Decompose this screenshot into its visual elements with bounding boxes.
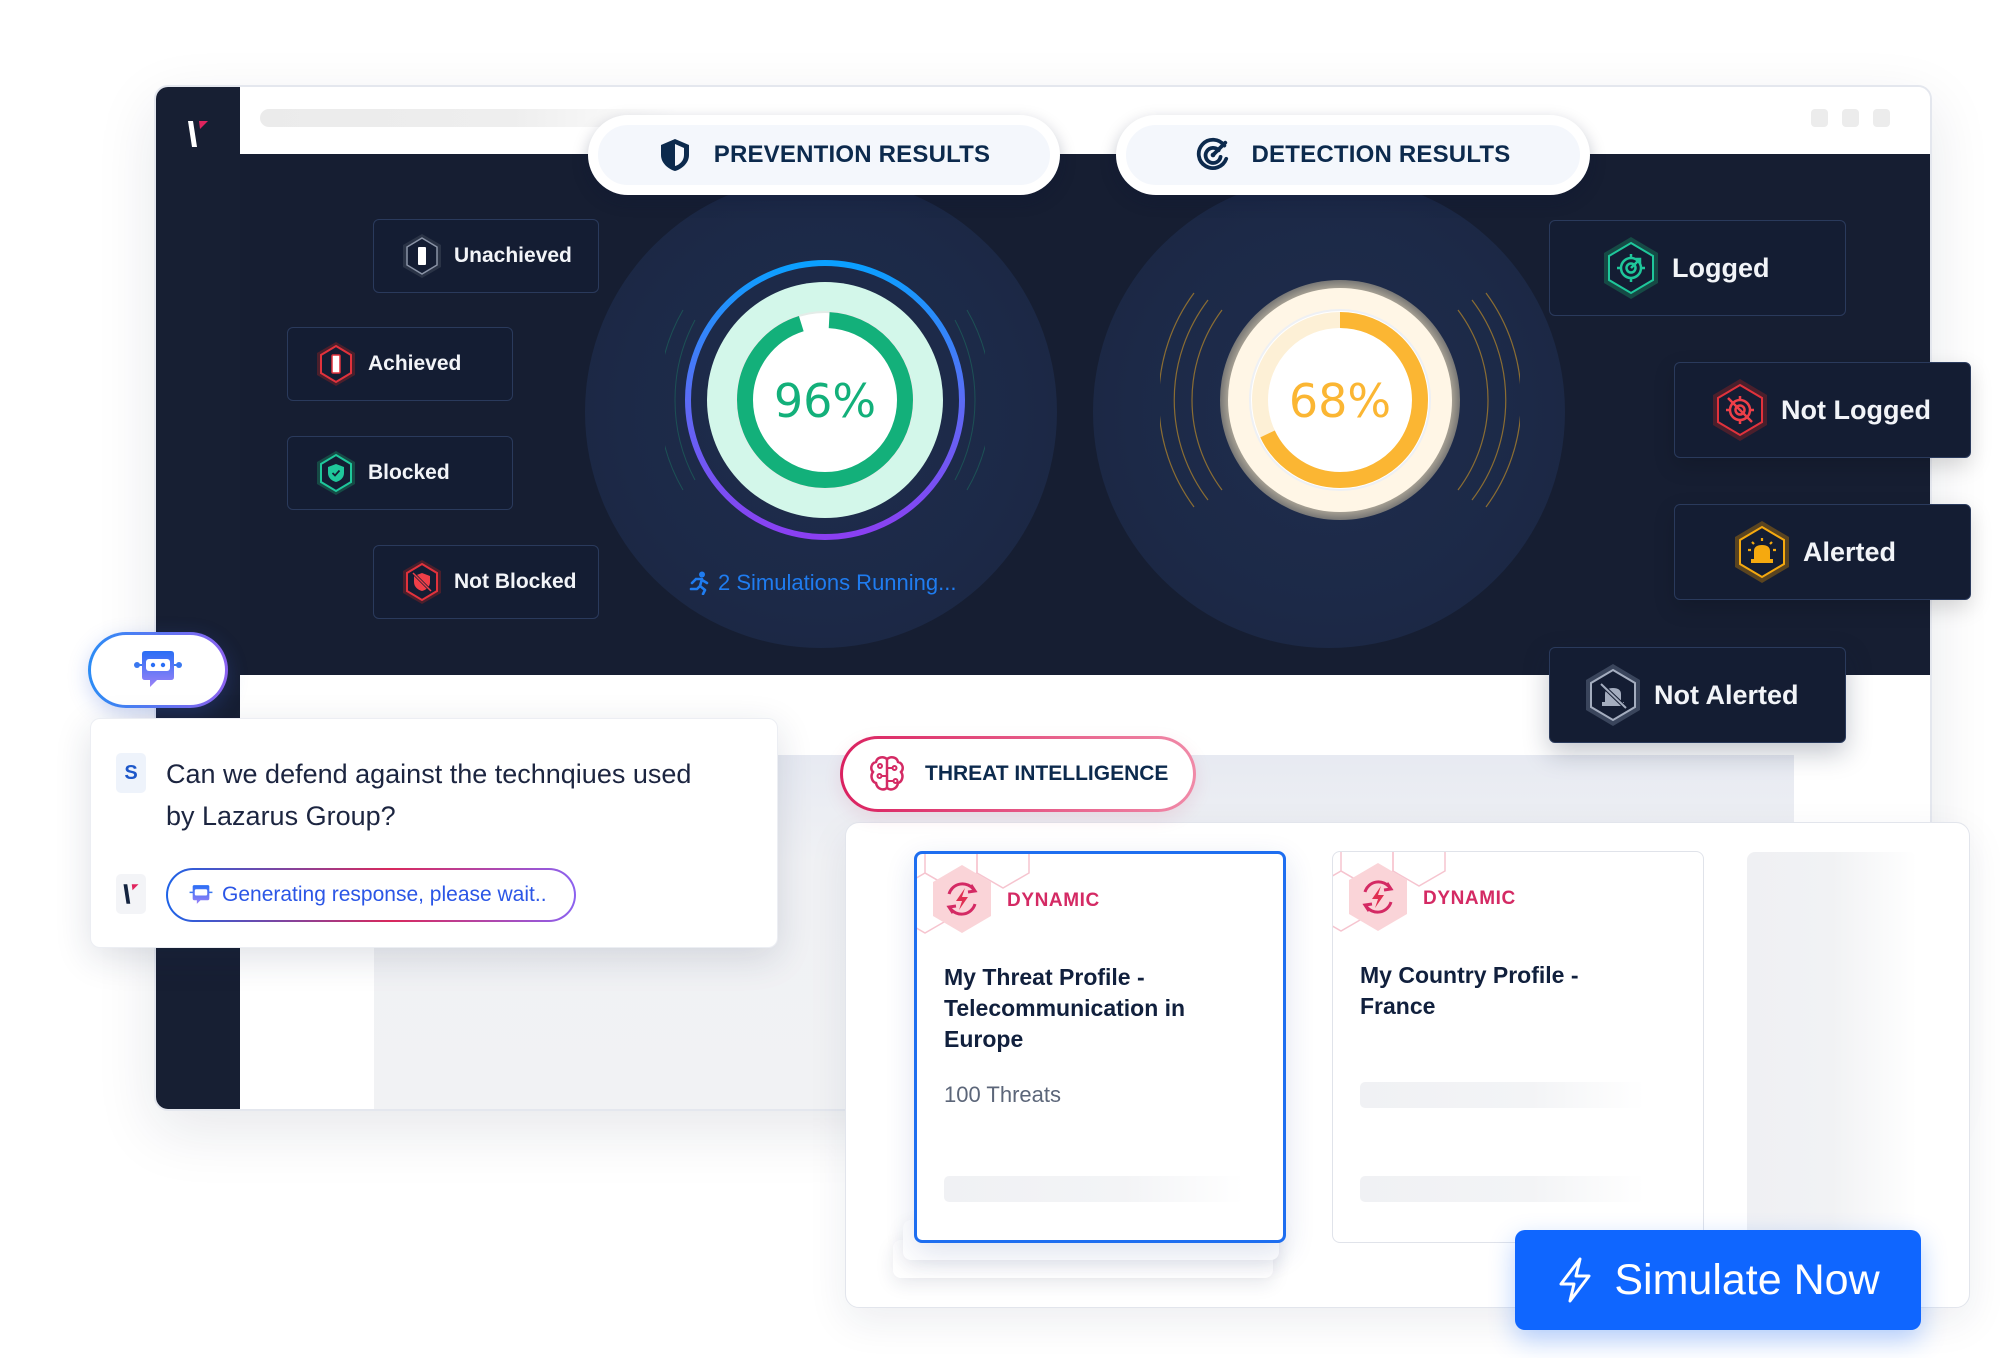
generating-response-label: Generating response, please wait.. — [222, 883, 547, 906]
target-off-hex-icon — [1713, 379, 1767, 441]
chatbot-icon — [189, 885, 213, 904]
card-placeholder — [1747, 852, 1917, 1242]
prevention-gauge: 96% — [665, 260, 985, 540]
status-not-blocked[interactable]: Not Blocked — [373, 545, 599, 619]
user-question: Can we defend against the technqiues use… — [166, 759, 692, 831]
loading-placeholder — [1360, 1082, 1645, 1108]
dynamic-refresh-icon — [933, 865, 991, 933]
card-title: My Country Profile - France — [1360, 962, 1579, 1019]
shield-check-hex-icon — [317, 451, 355, 495]
loading-placeholder — [1360, 1176, 1645, 1202]
prevention-value: 96% — [774, 374, 876, 428]
prevention-results-tab[interactable]: PREVENTION RESULTS — [588, 115, 1060, 195]
chatbot-icon — [134, 651, 182, 687]
detection-results-tab[interactable]: DETECTION RESULTS — [1116, 115, 1590, 195]
dynamic-badge: DYNAMIC — [1007, 890, 1100, 911]
country-profile-card[interactable]: DYNAMIC My Country Profile - France — [1332, 851, 1704, 1243]
achieved-hex-icon — [317, 342, 355, 386]
status-alerted[interactable]: Alerted — [1674, 504, 1971, 600]
status-label: Not Logged — [1781, 394, 1931, 425]
status-label: Blocked — [368, 461, 450, 484]
app-logo-icon — [123, 884, 139, 904]
window-control-dot[interactable] — [1842, 109, 1859, 127]
status-achieved[interactable]: Achieved — [287, 327, 513, 401]
window-control-dot[interactable] — [1873, 109, 1890, 127]
shield-icon — [660, 139, 689, 171]
user-avatar: S — [116, 753, 146, 793]
sidebar — [156, 87, 240, 1109]
assistant-avatar — [116, 874, 146, 914]
threat-intelligence-tab[interactable]: THREAT INTELLIGENCE — [840, 736, 1196, 812]
ai-assistant-button[interactable] — [88, 632, 228, 708]
window-controls — [1811, 109, 1890, 127]
siren-off-hex-icon — [1586, 664, 1640, 726]
status-label: Unachieved — [454, 244, 572, 267]
status-label: Not Alerted — [1654, 679, 1799, 710]
status-label: Logged — [1672, 252, 1770, 283]
prevention-results-label: PREVENTION RESULTS — [713, 141, 991, 168]
status-blocked[interactable]: Blocked — [287, 436, 513, 510]
detection-gauge: 68% — [1160, 280, 1520, 520]
simulate-now-button[interactable]: Simulate Now — [1515, 1230, 1921, 1330]
detection-results-label: DETECTION RESULTS — [1251, 141, 1511, 168]
app-logo-icon[interactable] — [186, 119, 210, 149]
lightning-bolt-icon — [1559, 1257, 1591, 1303]
threat-count: 100 Threats — [944, 1082, 1062, 1107]
chat-card: S Can we defend against the technqiues u… — [90, 718, 778, 948]
loading-placeholder — [944, 1176, 1244, 1202]
status-label: Achieved — [368, 352, 462, 375]
dynamic-refresh-icon — [1349, 863, 1407, 931]
threat-intelligence-label: THREAT INTELLIGENCE — [925, 762, 1169, 785]
status-not-logged[interactable]: Not Logged — [1674, 362, 1971, 458]
running-person-icon — [689, 571, 709, 595]
simulate-now-label: Simulate Now — [1614, 1255, 1880, 1304]
status-label: Not Blocked — [454, 570, 577, 593]
simulations-running-status[interactable]: 2 Simulations Running... — [688, 570, 956, 596]
dynamic-badge: DYNAMIC — [1423, 888, 1516, 909]
card-title: My Threat Profile - Telecommunication in… — [944, 964, 1186, 1052]
status-unachieved[interactable]: Unachieved — [373, 219, 599, 293]
unachieved-hex-icon — [403, 234, 441, 278]
simulations-running-label: 2 Simulations Running... — [718, 570, 957, 595]
shield-off-hex-icon — [403, 560, 441, 604]
top-bar — [240, 87, 1930, 154]
detection-value: 68% — [1289, 374, 1391, 428]
status-not-alerted[interactable]: Not Alerted — [1549, 647, 1846, 743]
generating-response-status: Generating response, please wait.. — [166, 868, 576, 922]
siren-hex-icon — [1735, 521, 1789, 583]
window-control-dot[interactable] — [1811, 109, 1828, 127]
target-radar-icon — [1196, 137, 1228, 170]
threat-profile-card[interactable]: DYNAMIC My Threat Profile - Telecommunic… — [914, 851, 1286, 1243]
status-label: Alerted — [1803, 536, 1897, 567]
brain-circuit-icon — [870, 756, 904, 791]
target-hex-icon — [1604, 237, 1658, 299]
status-logged[interactable]: Logged — [1549, 220, 1846, 316]
